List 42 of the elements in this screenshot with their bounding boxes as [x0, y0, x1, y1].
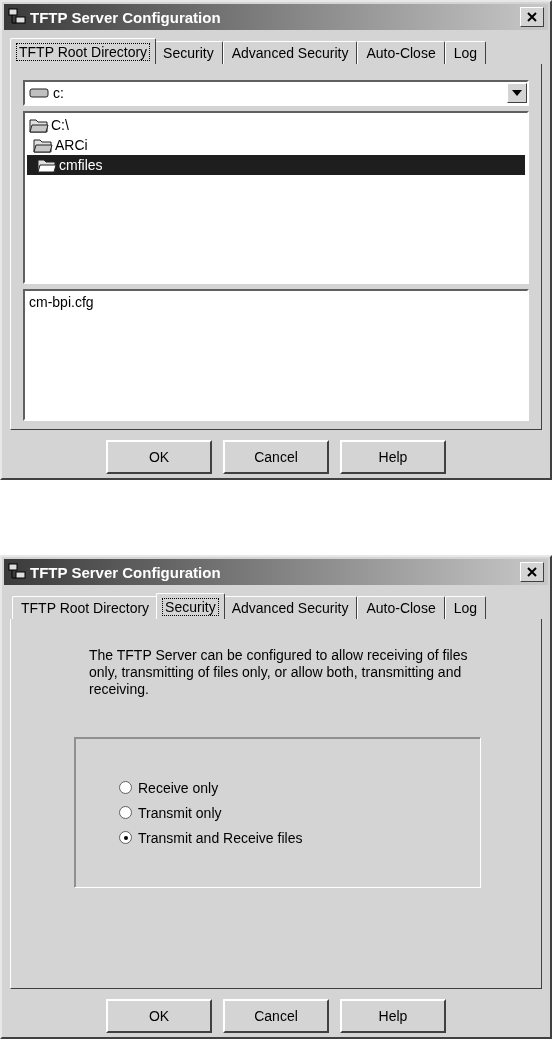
- network-icon: [8, 563, 26, 581]
- folder-item[interactable]: ARCi: [27, 135, 525, 155]
- caret-icon: [512, 90, 522, 96]
- close-button[interactable]: [520, 7, 544, 27]
- folder-icon: [29, 117, 49, 133]
- file-item[interactable]: cm-bpi.cfg: [29, 294, 523, 310]
- tab[interactable]: Security: [154, 41, 223, 64]
- radio-option[interactable]: Receive only: [119, 779, 480, 796]
- close-button[interactable]: [520, 562, 544, 582]
- tab[interactable]: Auto-Close: [357, 596, 445, 619]
- radio-icon[interactable]: [119, 781, 132, 794]
- tab[interactable]: Advanced Security: [222, 41, 358, 64]
- dialog-button[interactable]: OK: [106, 999, 212, 1033]
- tab[interactable]: Security: [156, 593, 225, 619]
- close-icon: [527, 567, 537, 577]
- folder-item[interactable]: C:\: [27, 115, 525, 135]
- tab[interactable]: TFTP Root Directory: [10, 38, 157, 64]
- folder-icon: [33, 137, 53, 153]
- window-title: TFTP Server Configuration: [30, 563, 222, 581]
- network-icon: [8, 8, 26, 26]
- folder-item[interactable]: cmfiles: [27, 155, 525, 175]
- dialog-button[interactable]: Help: [340, 999, 446, 1033]
- description-text: The TFTP Server can be configured to allow receiving of files only, transmitting of files only, or allow both, transmitting and receiving.: [89, 647, 469, 698]
- tab[interactable]: TFTP Root Directory: [12, 596, 159, 619]
- window-title: TFTP Server Configuration: [30, 8, 222, 26]
- dialog-button[interactable]: Help: [340, 440, 446, 474]
- dialog-button[interactable]: OK: [106, 440, 212, 474]
- tab[interactable]: Log: [444, 41, 487, 64]
- tab[interactable]: Log: [444, 596, 487, 619]
- radio-icon[interactable]: [119, 831, 132, 844]
- close-icon: [527, 12, 537, 22]
- radio-icon[interactable]: [119, 806, 132, 819]
- tab[interactable]: Advanced Security: [222, 596, 358, 619]
- radio-option[interactable]: Transmit and Receive files: [119, 829, 480, 846]
- dialog-button[interactable]: Cancel: [223, 999, 329, 1033]
- folder-icon: [37, 157, 57, 173]
- tab[interactable]: Auto-Close: [357, 41, 445, 64]
- dialog-button[interactable]: Cancel: [223, 440, 329, 474]
- radio-option[interactable]: Transmit only: [119, 804, 480, 821]
- dropdown-button[interactable]: [507, 83, 527, 103]
- drive-icon: [29, 87, 49, 99]
- drive-select[interactable]: c:: [23, 80, 529, 106]
